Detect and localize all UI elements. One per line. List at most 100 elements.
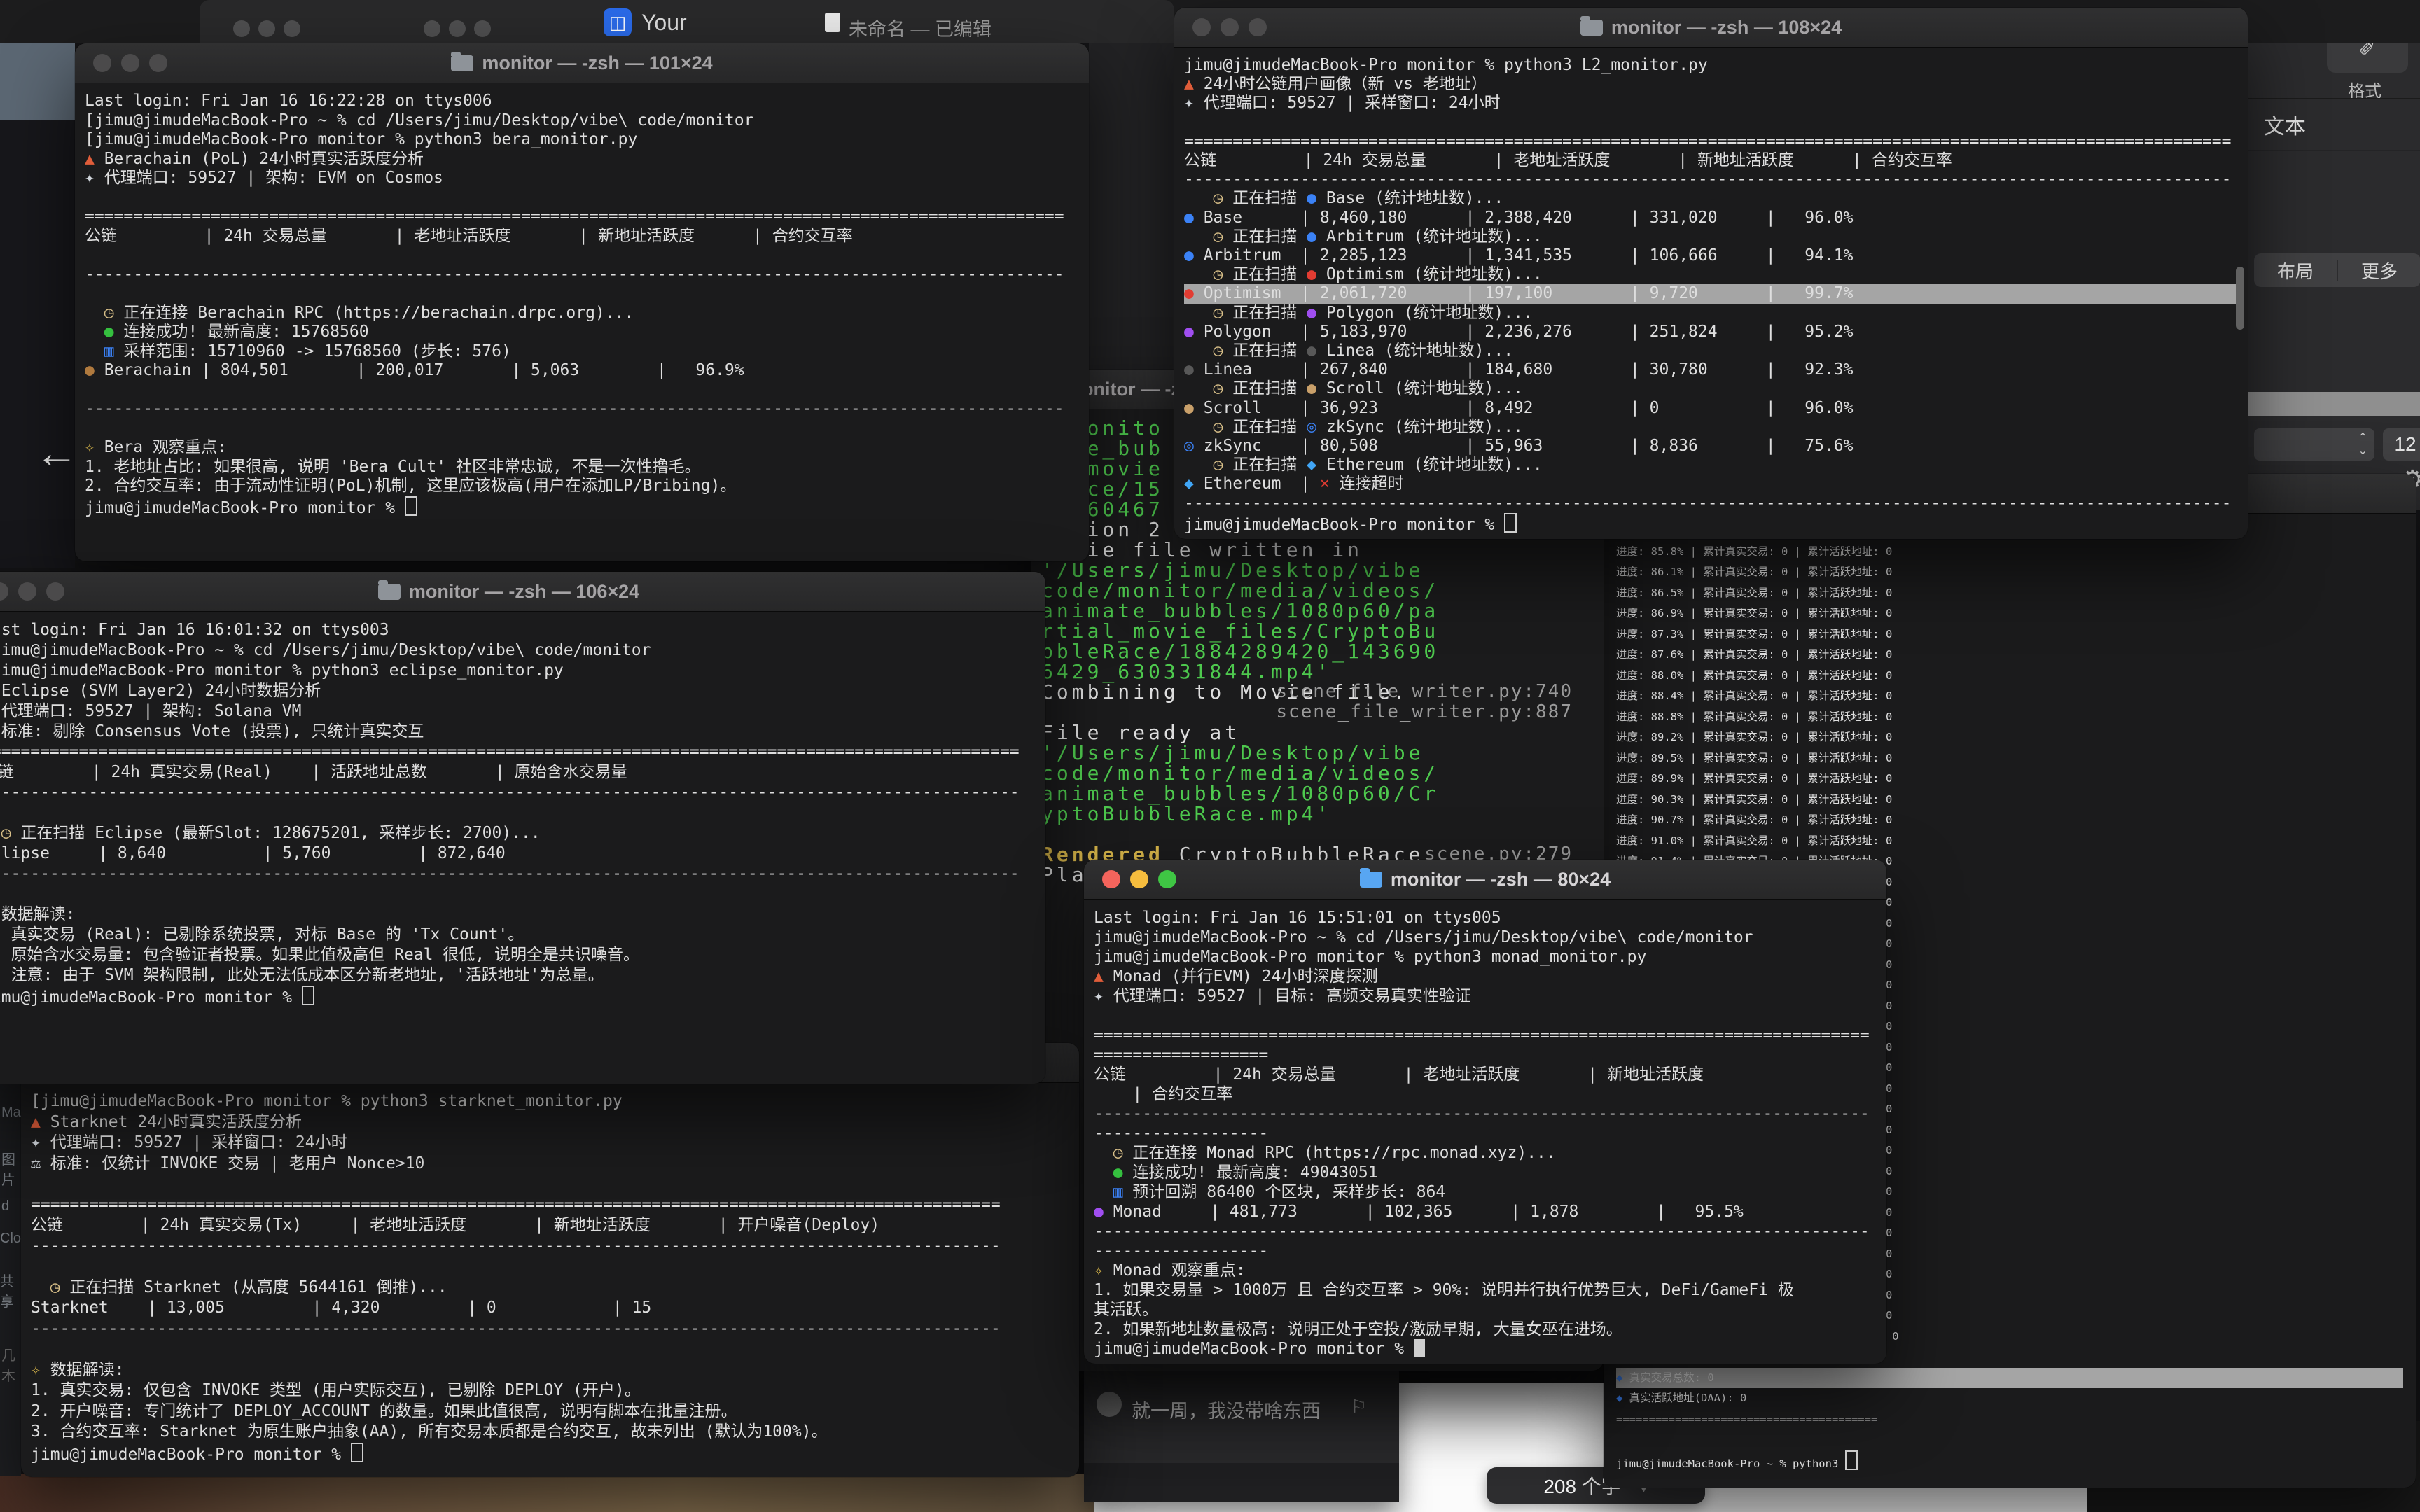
sidebar-item[interactable]: 图片 bbox=[1, 1148, 21, 1189]
terminal-line: ▥ 采样范围: 15710960 -> 15768560 (步长: 576) bbox=[85, 342, 1079, 362]
window-titlebar[interactable]: monitor — -zsh — 101×24 bbox=[75, 43, 1089, 83]
terminal-line: ● Base | 8,460,180 | 2,388,420 | 331,020… bbox=[1184, 209, 2238, 227]
minimize-button[interactable] bbox=[18, 582, 36, 601]
zoom-button[interactable] bbox=[149, 54, 167, 72]
terminal-line: Combining to Movie file.scene_file_write… bbox=[1041, 682, 1594, 702]
terminal-line: animate_bubbles/1080p60/Cr bbox=[1041, 783, 1594, 804]
traffic-lights-group[interactable] bbox=[1192, 18, 1267, 36]
browser-tab-title[interactable]: Your bbox=[641, 10, 687, 36]
chat-message[interactable]: 就一周，我没带啥东西 bbox=[1132, 1396, 1321, 1423]
terminal-output[interactable]: Last login: Fri Jan 16 16:22:28 on ttys0… bbox=[75, 83, 1089, 526]
close-button[interactable] bbox=[0, 582, 8, 601]
minimize-button[interactable] bbox=[121, 54, 139, 72]
terminal-line: ✦ 代理端口: 59527 | 目标: 高频交易真实性验证 bbox=[1094, 986, 1877, 1006]
terminal-line: ◷ 正在连接 Monad RPC (https://rpc.monad.xyz)… bbox=[1094, 1143, 1877, 1163]
terminal-line: jimu@jimudeMacBook-Pro monitor % python3… bbox=[1184, 56, 2238, 75]
back-arrow-icon[interactable]: ← bbox=[35, 428, 78, 478]
terminal-line: 3. 注意: 由于 SVM 架构限制, 此处无法低成本区分新老地址, '活跃地址… bbox=[0, 965, 1036, 986]
terminal-line: ========================================… bbox=[85, 207, 1079, 227]
tab-text[interactable]: 文本 bbox=[2264, 109, 2306, 140]
browser-app-icon[interactable]: ◫ bbox=[604, 8, 632, 36]
tab-layout[interactable]: 布局 bbox=[2254, 258, 2337, 284]
window-titlebar[interactable]: monitor — -zsh — 80×24 bbox=[1084, 860, 1886, 899]
terminal-line: ◷ 正在扫描 ● Optimism (统计地址数)... bbox=[1184, 265, 2238, 284]
minimize-button[interactable] bbox=[1221, 18, 1239, 36]
terminal-line: 进度: 89.2% | 累计真实交易: 0 | 累计活跃地址: 0 bbox=[1616, 727, 2403, 748]
terminal-line: 1. 如果交易量 > 1000万 且 合约交互率 > 90%: 说明并行执行优势… bbox=[1094, 1280, 1877, 1300]
window-titlebar[interactable]: monitor — -zsh — 108×24 bbox=[1174, 8, 2248, 48]
close-button[interactable] bbox=[1102, 870, 1120, 888]
terminal-line: ◷ 正在扫描 ◆ Ethereum (统计地址数)... bbox=[1184, 456, 2238, 475]
terminal-line: ◷ 正在扫描 ● Scroll (统计地址数)... bbox=[1184, 379, 2238, 398]
terminal-line: ========================================… bbox=[31, 1195, 1069, 1216]
close-button[interactable] bbox=[93, 54, 111, 72]
terminal-output[interactable]: [jimu@jimudeMacBook-Pro monitor % python… bbox=[21, 1083, 1079, 1474]
folder-icon bbox=[1580, 20, 1603, 36]
font-size-field[interactable]: 12 bbox=[2383, 428, 2420, 461]
terminal-line: ----------------------------------------… bbox=[1184, 170, 2238, 189]
terminal-window-eclipse[interactable]: monitor — -zsh — 106×24 Last login: Fri … bbox=[0, 572, 1045, 1084]
terminal-line: ----------------------------------------… bbox=[85, 400, 1079, 419]
font-dropdown[interactable]: ⌃⌄ bbox=[2254, 428, 2374, 461]
terminal-line: Eclipse | 8,640 | 5,760 | 872,640 bbox=[0, 844, 1036, 864]
traffic-lights-group[interactable] bbox=[93, 54, 167, 72]
terminal-output[interactable]: jimu@jimudeMacBook-Pro monitor % python3… bbox=[1174, 48, 2248, 539]
terminal-window-starknet[interactable]: [jimu@jimudeMacBook-Pro monitor % python… bbox=[21, 1043, 1079, 1477]
terminal-line: ----------------------------------------… bbox=[85, 265, 1079, 285]
terminal-line: ◷ 正在扫描 ◎ zkSync (统计地址数)... bbox=[1184, 418, 2238, 437]
terminal-line: ▲ Eclipse (SVM Layer2) 24小时数据分析 bbox=[0, 681, 1036, 701]
terminal-line: ● Monad | 481,773 | 102,365 | 1,878 | 95… bbox=[1094, 1202, 1877, 1222]
pages-format-sidebar: ✐ 格式 文本 布局 更多 ⌃⌄ 12 ⚙ bbox=[2248, 20, 2420, 510]
traffic-lights-group[interactable] bbox=[1102, 870, 1176, 888]
terminal-output[interactable]: Last login: Fri Jan 16 15:51:01 on ttys0… bbox=[1084, 899, 1886, 1364]
terminal-line: ▲ Starknet 24小时真实活跃度分析 bbox=[31, 1112, 1069, 1133]
terminal-line: ----------------------------------------… bbox=[1094, 1222, 1877, 1241]
window-titlebar[interactable]: monitor — -zsh — 106×24 bbox=[0, 572, 1045, 612]
terminal-line: ✦ 代理端口: 59527 | 采样窗口: 24小时 bbox=[1184, 94, 2238, 113]
terminal-window-monad[interactable]: monitor — -zsh — 80×24 Last login: Fri J… bbox=[1084, 860, 1886, 1364]
terminal-line: Movie file written in bbox=[1041, 540, 1594, 560]
minimize-button[interactable] bbox=[1130, 870, 1148, 888]
terminal-line bbox=[85, 284, 1079, 304]
sidebar-item[interactable]: d bbox=[1, 1198, 9, 1214]
terminal-line: jimu@jimudeMacBook-Pro ~ % python3 bbox=[1616, 1450, 2403, 1475]
zoom-button[interactable] bbox=[1158, 870, 1176, 888]
terminal-line bbox=[85, 246, 1079, 265]
terminal-line: 进度: 88.8% | 累计真实交易: 0 | 累计活跃地址: 0 bbox=[1616, 707, 2403, 728]
window-title: monitor — -zsh — 106×24 bbox=[378, 581, 639, 603]
chat-window-lower bbox=[1084, 1463, 1399, 1502]
chat-window-fragment: 就一周，我没带啥东西 ⚐ bbox=[1084, 1365, 1399, 1502]
terminal-line bbox=[1094, 1006, 1877, 1026]
terminal-line bbox=[0, 803, 1036, 823]
terminal-line: code/monitor/media/videos/ bbox=[1041, 763, 1594, 783]
sidebar-item[interactable]: Clo bbox=[0, 1231, 21, 1247]
traffic-lights-group[interactable] bbox=[0, 582, 64, 601]
terminal-line: ◷ 正在扫描 ● Linea (统计地址数)... bbox=[1184, 342, 2238, 360]
zoom-button[interactable] bbox=[1249, 18, 1267, 36]
log-source-ref: scene_file_writer.py:740 bbox=[1276, 682, 1573, 702]
terminal-window-l2[interactable]: monitor — -zsh — 108×24 jimu@jimudeMacBo… bbox=[1174, 8, 2248, 539]
traffic-lights-group[interactable] bbox=[424, 20, 499, 41]
tab-more[interactable]: 更多 bbox=[2338, 258, 2420, 284]
terminal-line: ◷ 正在扫描 Eclipse (最新Slot: 128675201, 采样步长:… bbox=[0, 823, 1036, 844]
terminal-line: 进度: 90.7% | 累计真实交易: 0 | 累计活跃地址: 0 bbox=[1616, 810, 2403, 831]
sidebar-item[interactable]: 共享 bbox=[0, 1270, 21, 1310]
zoom-button[interactable] bbox=[46, 582, 64, 601]
terminal-line: yptoBubbleRace.mp4' bbox=[1041, 804, 1594, 824]
terminal-line: 2. 合约交互率: 由于流动性证明(PoL)机制, 这里应该极高(用户在添加LP… bbox=[85, 477, 1079, 496]
terminal-output[interactable]: Last login: Fri Jan 16 16:01:32 on ttys0… bbox=[0, 612, 1045, 1016]
terminal-window-bera[interactable]: monitor — -zsh — 101×24 Last login: Fri … bbox=[75, 43, 1089, 561]
traffic-lights-group[interactable] bbox=[233, 20, 309, 41]
window-title: monitor — -zsh — 108×24 bbox=[1580, 17, 1842, 38]
terminal-line: 进度: 88.4% | 累计真实交易: 0 | 累计活跃地址: 0 bbox=[1616, 686, 2403, 707]
background-window-titlebar bbox=[200, 0, 1174, 43]
scrollbar[interactable] bbox=[2236, 267, 2244, 330]
sidebar-item[interactable]: 几木 bbox=[1, 1344, 21, 1385]
terminal-line: [jimu@jimudeMacBook-Pro monitor % python… bbox=[31, 1091, 1069, 1112]
window-title: monitor — -zsh — 101×24 bbox=[451, 52, 712, 74]
sidebar-item[interactable]: Ma bbox=[1, 1105, 21, 1121]
terminal-line: 2. 开户噪音: 专门统计了 DEPLOY_ACCOUNT 的数量。如果此值很高… bbox=[31, 1401, 1069, 1422]
layout-more-segmented-control[interactable]: 布局 更多 bbox=[2254, 253, 2420, 287]
terminal-line: animate_bubbles/1080p60/pa bbox=[1041, 601, 1594, 621]
close-button[interactable] bbox=[1192, 18, 1211, 36]
